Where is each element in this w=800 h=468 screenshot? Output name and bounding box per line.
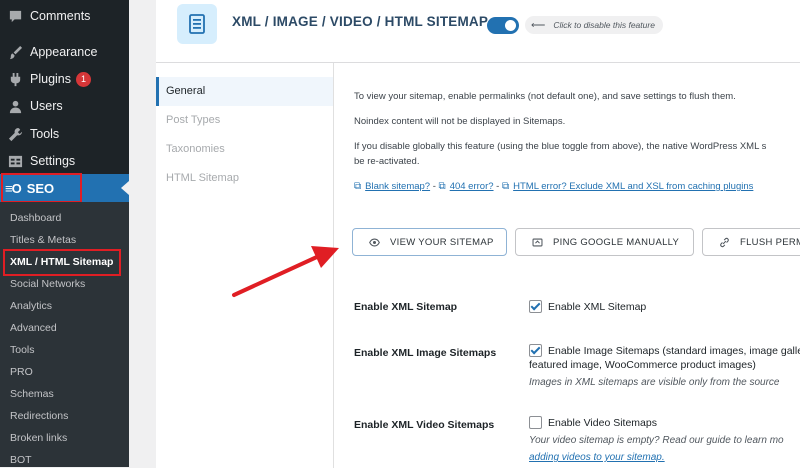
video-sitemap-option[interactable]: Enable Video Sitemaps bbox=[529, 416, 657, 429]
menu-label: Plugins bbox=[30, 72, 71, 86]
menu-label: Comments bbox=[30, 9, 91, 23]
flush-permalinks-button[interactable]: FLUSH PERMALINKS bbox=[702, 228, 800, 256]
wrench-icon bbox=[0, 127, 30, 142]
submenu-item-broken-links[interactable]: Broken links bbox=[10, 432, 67, 444]
sitemap-document-icon bbox=[177, 4, 217, 44]
ping-google-button[interactable]: PING GOOGLE MANUALLY bbox=[515, 228, 694, 256]
submenu-item-dashboard[interactable]: Dashboard bbox=[10, 212, 61, 224]
red-arrow-annotation bbox=[232, 246, 339, 297]
highlight-box-sitemap bbox=[3, 249, 121, 276]
page-title: XML / IMAGE / VIDEO / HTML SITEMAP bbox=[232, 14, 489, 29]
link-separator: - bbox=[430, 181, 439, 192]
menu-label: Settings bbox=[30, 154, 76, 168]
submenu-item-tools[interactable]: Tools bbox=[10, 344, 35, 356]
button-label: FLUSH PERMALINKS bbox=[740, 236, 800, 248]
submenu-item-redirections[interactable]: Redirections bbox=[10, 410, 68, 422]
tab-html-sitemap[interactable]: HTML Sitemap bbox=[156, 164, 333, 193]
users-icon bbox=[0, 99, 30, 114]
settings-tabs: General Post Types Taxonomies HTML Sitem… bbox=[156, 77, 333, 193]
update-count-badge: 1 bbox=[76, 71, 91, 87]
menu-label: Users bbox=[30, 99, 63, 113]
menu-item-settings[interactable]: Settings bbox=[0, 148, 129, 174]
submenu-item-schemas[interactable]: Schemas bbox=[10, 388, 54, 400]
current-menu-arrow bbox=[121, 181, 129, 195]
submenu-item-analytics[interactable]: Analytics bbox=[10, 300, 52, 312]
highlight-box-seo bbox=[1, 173, 82, 203]
submenu-item-advanced[interactable]: Advanced bbox=[10, 322, 57, 334]
image-sitemap-description: Images in XML sitemaps are visible only … bbox=[529, 377, 780, 388]
feature-header: XML / IMAGE / VIDEO / HTML SITEMAP ⟵ Cli… bbox=[156, 0, 800, 62]
link-icon bbox=[719, 237, 730, 248]
seo-submenu: Dashboard Titles & Metas XML / HTML Site… bbox=[0, 202, 129, 467]
view-sitemap-button[interactable]: VIEW YOUR SITEMAP bbox=[352, 228, 507, 256]
link-separator: - bbox=[493, 181, 502, 192]
image-sitemap-checkbox[interactable] bbox=[529, 344, 542, 357]
tab-post-types[interactable]: Post Types bbox=[156, 106, 333, 135]
tab-taxonomies[interactable]: Taxonomies bbox=[156, 135, 333, 164]
menu-item-appearance[interactable]: Appearance bbox=[0, 39, 129, 65]
settings-icon bbox=[0, 154, 30, 169]
submenu-item-social-networks[interactable]: Social Networks bbox=[10, 278, 85, 290]
toggle-hint: ⟵ Click to disable this feature bbox=[525, 16, 663, 34]
toggle-hint-text: Click to disable this feature bbox=[553, 20, 655, 30]
submenu-item-titles-metas[interactable]: Titles & Metas bbox=[10, 234, 76, 246]
admin-sidebar: Comments Appearance Plugins 1 Users Tool… bbox=[0, 0, 129, 467]
submenu-item-bot[interactable]: BOT bbox=[10, 454, 32, 466]
menu-label: Tools bbox=[30, 127, 60, 141]
submenu-item-pro[interactable]: PRO bbox=[10, 366, 33, 378]
menu-item-plugins[interactable]: Plugins 1 bbox=[0, 66, 129, 92]
menu-item-tools[interactable]: Tools bbox=[0, 121, 129, 147]
eye-icon bbox=[369, 237, 380, 248]
comment-icon bbox=[0, 9, 30, 24]
info-disable-line1: If you disable globally this feature (us… bbox=[354, 141, 767, 152]
label-enable-xml-sitemap: Enable XML Sitemap bbox=[354, 301, 458, 313]
help-links: ⧉ Blank sitemap? - ⧉ 404 error? - ⧉ HTML er… bbox=[354, 181, 753, 192]
label-enable-video-sitemap: Enable XML Video Sitemaps bbox=[354, 419, 495, 431]
checkbox-label: Enable XML Sitemap bbox=[548, 300, 647, 313]
video-sitemap-checkbox[interactable] bbox=[529, 416, 542, 429]
image-sitemap-label-cont: featured image, WooCommerce product imag… bbox=[529, 359, 756, 371]
send-icon bbox=[532, 237, 543, 248]
link-html-error[interactable]: HTML error? Exclude XML and XSL from cac… bbox=[513, 181, 753, 192]
info-noindex: Noindex content will not be displayed in… bbox=[354, 116, 566, 127]
feature-toggle[interactable] bbox=[487, 17, 519, 34]
info-disable-line2: be re-activated. bbox=[354, 156, 420, 167]
info-permalinks: To view your sitemap, enable permalinks … bbox=[354, 91, 736, 102]
main-content: XML / IMAGE / VIDEO / HTML SITEMAP ⟵ Cli… bbox=[129, 0, 800, 468]
tab-general[interactable]: General bbox=[156, 77, 333, 106]
external-link-icon: ⧉ bbox=[438, 181, 446, 192]
menu-label: Appearance bbox=[30, 45, 98, 59]
paintbrush-icon bbox=[0, 45, 30, 60]
xml-sitemap-option[interactable]: Enable XML Sitemap bbox=[529, 300, 646, 313]
image-sitemap-option[interactable]: Enable Image Sitemaps (standard images, … bbox=[529, 344, 800, 357]
external-link-icon: ⧉ bbox=[354, 181, 362, 192]
menu-item-users[interactable]: Users bbox=[0, 93, 129, 119]
external-link-icon: ⧉ bbox=[501, 181, 510, 192]
link-blank-sitemap[interactable]: Blank sitemap? bbox=[365, 181, 430, 192]
button-label: PING GOOGLE MANUALLY bbox=[553, 236, 680, 248]
checkbox-label: Enable Video Sitemaps bbox=[548, 416, 657, 429]
xml-sitemap-checkbox[interactable] bbox=[529, 300, 542, 313]
checkbox-label: Enable Image Sitemaps (standard images, … bbox=[548, 344, 800, 357]
button-label: VIEW YOUR SITEMAP bbox=[390, 236, 494, 248]
plugin-icon bbox=[0, 72, 30, 87]
menu-item-comments[interactable]: Comments bbox=[0, 3, 129, 29]
video-sitemap-guide-link[interactable]: adding videos to your sitemap. bbox=[529, 452, 665, 463]
video-sitemap-description: Your video sitemap is empty? Read our gu… bbox=[529, 435, 784, 446]
link-404-error[interactable]: 404 error? bbox=[450, 181, 494, 192]
label-enable-image-sitemap: Enable XML Image Sitemaps bbox=[354, 347, 497, 359]
arrow-left-icon: ⟵ bbox=[531, 19, 546, 31]
